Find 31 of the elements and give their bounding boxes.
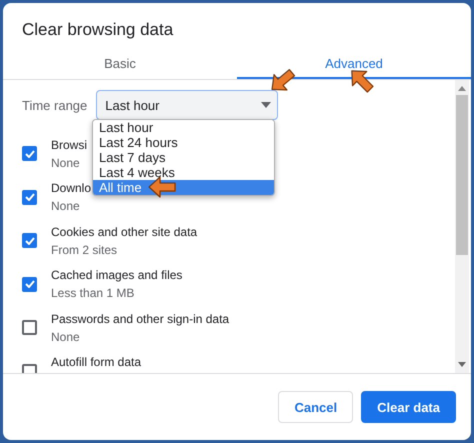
option-label: Cookies and other site data xyxy=(51,224,198,239)
checkbox[interactable] xyxy=(22,276,37,292)
menu-option[interactable]: Last 7 days xyxy=(93,150,274,165)
option-detail: None xyxy=(51,156,81,170)
scrollbar[interactable] xyxy=(455,80,469,373)
up-arrow-icon[interactable] xyxy=(458,86,466,91)
option-detail: From 2 sites xyxy=(51,242,118,257)
option-label: Passwords and other sign-in data xyxy=(51,312,230,326)
option-label: Browsi xyxy=(51,138,88,152)
option-label: Autofill form data xyxy=(51,355,142,370)
caret-icon xyxy=(261,102,272,108)
clear-data-button[interactable]: Clear data xyxy=(361,391,456,423)
tab[interactable]: Basic xyxy=(3,51,237,79)
option-detail: None xyxy=(51,330,81,344)
option-detail: Less than 1 MB xyxy=(51,286,136,300)
menu-option[interactable]: Last 24 hours xyxy=(93,135,274,150)
down-arrow-icon[interactable] xyxy=(458,362,466,367)
dialog-title: Clear browsing data xyxy=(21,19,174,41)
option-label: Downlo xyxy=(51,181,92,196)
checkbox[interactable] xyxy=(22,320,37,336)
field-label: Time range xyxy=(22,98,88,112)
menu-option[interactable]: Last hour xyxy=(93,120,274,135)
checkbox[interactable] xyxy=(22,146,37,162)
checkbox[interactable] xyxy=(22,190,37,205)
time-range-dropdown[interactable]: Last hour xyxy=(96,90,278,120)
checkbox[interactable] xyxy=(22,233,37,248)
menu-option[interactable]: All time xyxy=(93,180,274,195)
option-label: Cached images and files xyxy=(51,268,182,282)
option-detail: None xyxy=(51,199,81,214)
menu-option[interactable]: Last 4 weeks xyxy=(93,165,274,180)
cancel-button[interactable]: Cancel xyxy=(278,391,354,423)
